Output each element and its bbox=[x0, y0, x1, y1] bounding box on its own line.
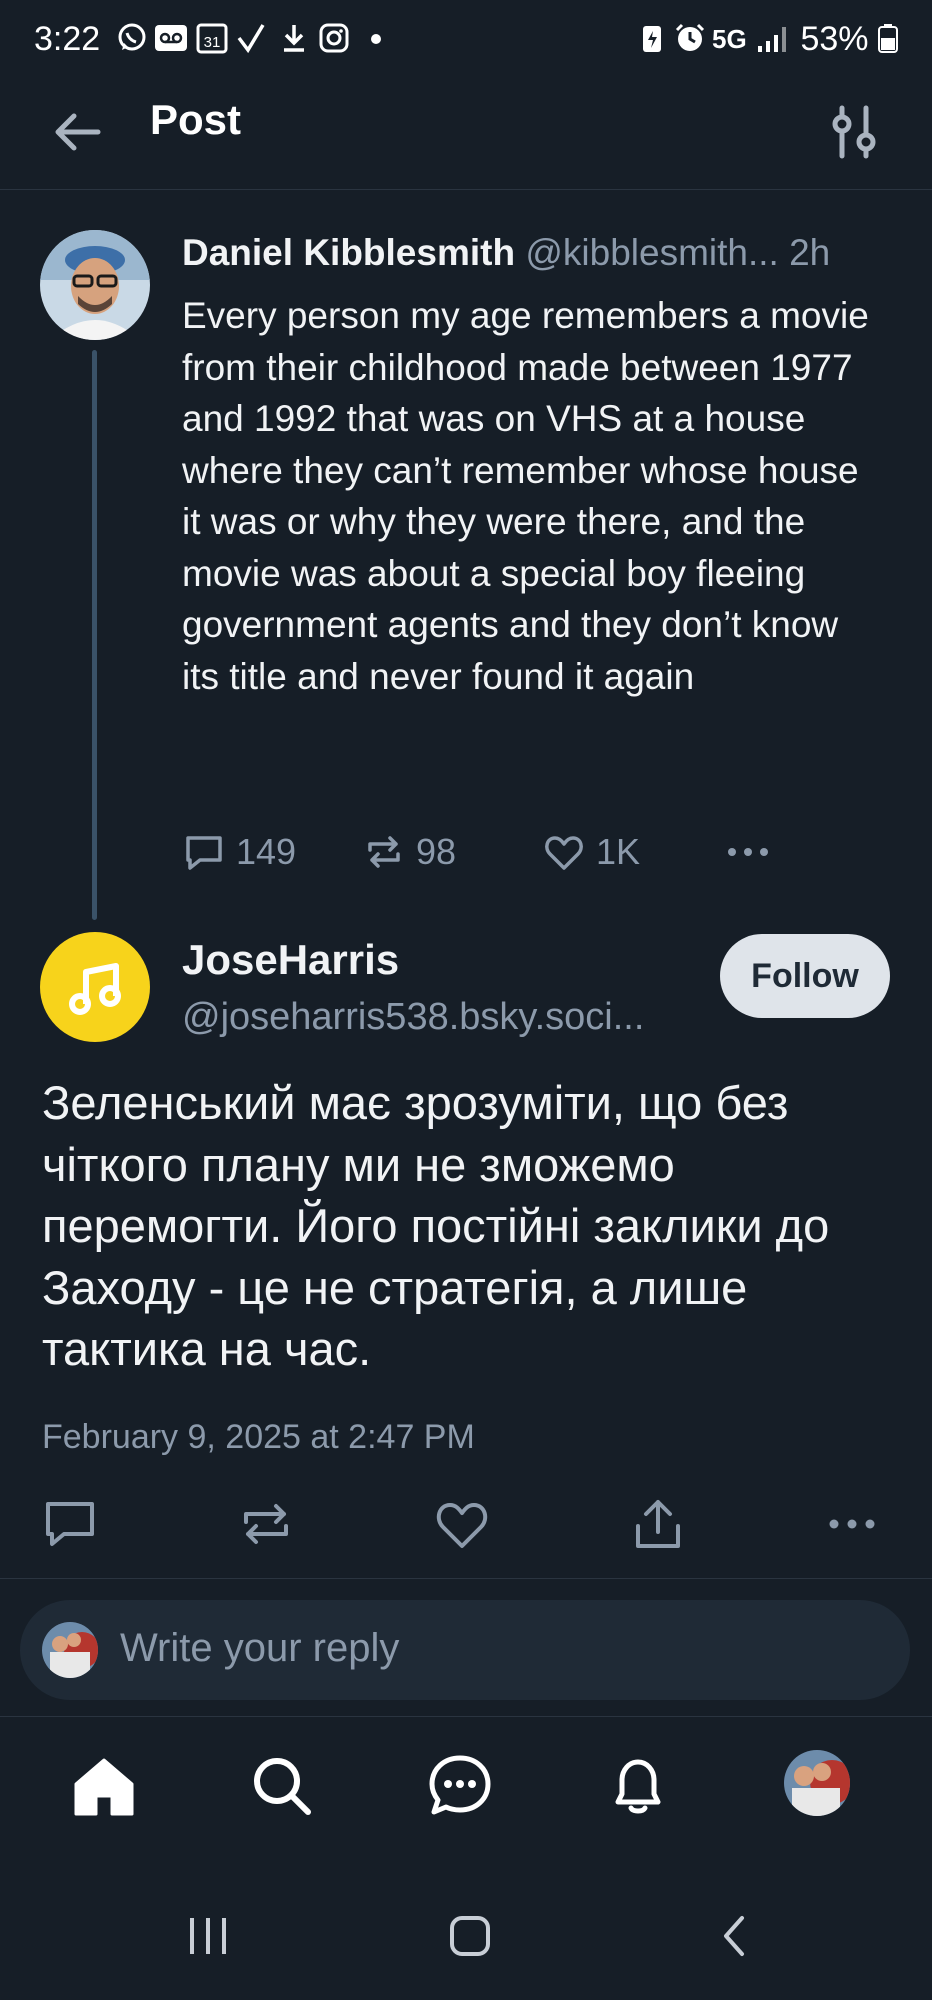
chevron-left-icon bbox=[724, 1916, 744, 1956]
comment-icon bbox=[46, 1502, 94, 1546]
parent-post-text[interactable]: Every person my age remembers a movie fr… bbox=[182, 290, 882, 702]
more-icon bbox=[728, 848, 768, 856]
reply-input-placeholder[interactable]: Write your reply bbox=[120, 1626, 399, 1671]
divider bbox=[0, 1578, 932, 1579]
battery-saver-icon bbox=[640, 22, 664, 62]
share-icon bbox=[636, 1500, 680, 1548]
arrow-left-icon bbox=[55, 113, 101, 151]
nav-chat[interactable] bbox=[426, 1752, 494, 1820]
signal-icon bbox=[756, 22, 792, 62]
nav-home[interactable] bbox=[70, 1752, 138, 1820]
voicemail-icon bbox=[154, 22, 188, 62]
current-user-avatar bbox=[42, 1622, 98, 1678]
main-post-date: February 9, 2025 at 2:47 PM bbox=[42, 1418, 475, 1456]
repost-icon bbox=[244, 1504, 288, 1544]
share-button[interactable] bbox=[628, 1494, 688, 1554]
main-author-name[interactable]: JoseHarris bbox=[182, 936, 399, 984]
avatar-photo bbox=[784, 1750, 850, 1816]
repost-count: 98 bbox=[416, 831, 457, 872]
system-recents-button[interactable] bbox=[186, 1912, 230, 1965]
parent-repost-button[interactable]: 98 bbox=[362, 826, 456, 878]
recents-icon bbox=[190, 1918, 226, 1954]
reply-composer[interactable]: Write your reply bbox=[20, 1600, 910, 1700]
parent-author-avatar[interactable] bbox=[40, 230, 150, 340]
instagram-icon bbox=[318, 22, 350, 62]
status-bar: 3:22 31 5G 53% bbox=[0, 0, 932, 82]
system-back-button[interactable] bbox=[716, 1912, 752, 1965]
check-icon bbox=[236, 22, 266, 62]
reply-button[interactable] bbox=[40, 1494, 100, 1554]
nav-notifications[interactable] bbox=[604, 1752, 672, 1820]
main-post-text[interactable]: Зеленський має зрозуміти, що без чіткого… bbox=[42, 1072, 912, 1380]
bell-icon bbox=[615, 1759, 661, 1814]
parent-post-header: Daniel Kibblesmith @kibblesmith... 2h bbox=[182, 232, 902, 274]
repost-icon bbox=[368, 836, 400, 868]
reply-count: 149 bbox=[236, 831, 297, 872]
download-icon bbox=[280, 22, 308, 62]
music-note-icon bbox=[69, 963, 121, 1015]
more-options-button[interactable] bbox=[822, 1494, 882, 1554]
chat-icon bbox=[429, 1755, 491, 1815]
divider bbox=[0, 1716, 932, 1717]
search-icon bbox=[254, 1758, 311, 1815]
parent-author-handle[interactable]: @kibblesmith... bbox=[525, 232, 778, 273]
status-time: 3:22 bbox=[34, 20, 101, 58]
avatar-photo bbox=[40, 230, 150, 340]
main-author-avatar[interactable] bbox=[40, 932, 150, 1042]
avatar-photo bbox=[42, 1622, 98, 1678]
nav-profile[interactable] bbox=[784, 1750, 850, 1816]
alarm-icon bbox=[674, 22, 706, 62]
follow-button[interactable]: Follow bbox=[720, 934, 890, 1018]
parent-post-time: 2h bbox=[789, 232, 831, 273]
battery-level: 53% bbox=[800, 20, 898, 59]
calendar-icon: 31 bbox=[196, 22, 228, 62]
whatsapp-icon bbox=[116, 22, 148, 62]
parent-like-button[interactable]: 1K bbox=[542, 826, 640, 878]
header: Post bbox=[0, 82, 932, 190]
thread-line bbox=[92, 350, 97, 920]
home-square-icon bbox=[450, 1916, 490, 1956]
like-count: 1K bbox=[596, 831, 641, 872]
like-button[interactable] bbox=[432, 1494, 492, 1554]
parent-author-name[interactable]: Daniel Kibblesmith bbox=[182, 232, 515, 273]
network-type: 5G bbox=[712, 24, 747, 54]
comment-icon bbox=[186, 836, 222, 870]
main-author-handle[interactable]: @joseharris538.bsky.soci... bbox=[182, 996, 692, 1039]
page-title: Post bbox=[150, 96, 242, 143]
heart-icon bbox=[545, 836, 583, 870]
heart-icon bbox=[436, 1503, 488, 1548]
nav-search[interactable] bbox=[248, 1752, 316, 1820]
home-icon bbox=[74, 1758, 134, 1816]
parent-more-button[interactable] bbox=[724, 826, 782, 878]
system-home-button[interactable] bbox=[448, 1912, 492, 1965]
svg-text:31: 31 bbox=[204, 34, 221, 51]
battery-icon bbox=[878, 24, 898, 53]
back-button[interactable] bbox=[48, 102, 108, 162]
parent-reply-button[interactable]: 149 bbox=[182, 826, 296, 878]
dot-icon bbox=[370, 22, 382, 62]
thread-settings-button[interactable] bbox=[826, 102, 882, 162]
more-icon bbox=[829, 1519, 875, 1529]
sliders-icon bbox=[832, 105, 876, 159]
repost-button[interactable] bbox=[236, 1494, 296, 1554]
